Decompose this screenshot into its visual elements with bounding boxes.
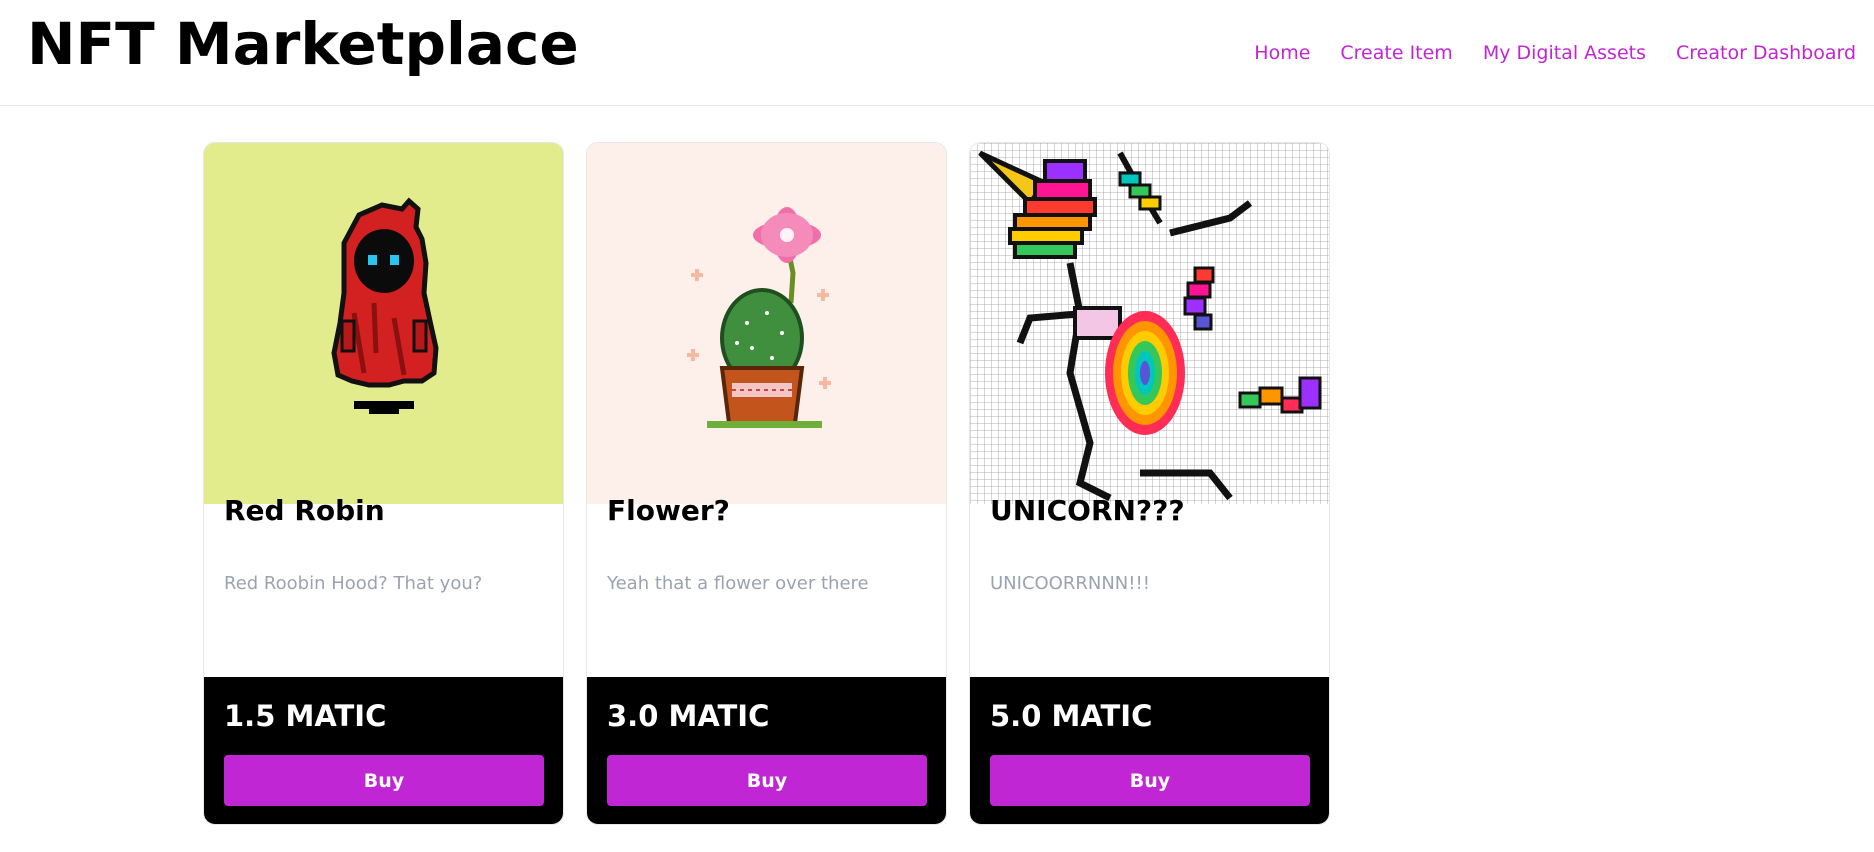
nft-title: Red Robin [224, 494, 385, 527]
main-nav: Home Create Item My Digital Assets Creat… [1254, 42, 1856, 64]
nft-price: 1.5 MATIC [224, 699, 387, 733]
nft-price-bar: 1.5 MATIC Buy [204, 677, 563, 824]
buy-button[interactable]: Buy [224, 755, 544, 806]
nft-price: 3.0 MATIC [607, 699, 770, 733]
nft-image [204, 143, 563, 504]
nft-grid: Red Robin Red Roobin Hood? That you? 1.5… [203, 142, 1330, 825]
cactus-flower-icon [587, 143, 946, 504]
nft-description: Yeah that a flower over there [607, 573, 869, 594]
nft-image [587, 143, 946, 504]
buy-button[interactable]: Buy [990, 755, 1310, 806]
nft-info: Flower? Yeah that a flower over there [587, 494, 946, 677]
rainbow-unicorn-icon [970, 143, 1329, 504]
red-hood-figure-icon [204, 143, 563, 504]
nav-link-home[interactable]: Home [1254, 42, 1310, 64]
nft-description: Red Roobin Hood? That you? [224, 573, 483, 594]
top-navbar: NFT Marketplace Home Create Item My Digi… [0, 0, 1874, 106]
nft-card: UNICORN??? UNICOORRNNN!!! 5.0 MATIC Buy [969, 142, 1330, 825]
nft-title: Flower? [607, 494, 730, 527]
nft-price-bar: 5.0 MATIC Buy [970, 677, 1329, 824]
nft-image [970, 143, 1329, 504]
site-title: NFT Marketplace [27, 10, 579, 78]
nft-card: Red Robin Red Roobin Hood? That you? 1.5… [203, 142, 564, 825]
nft-info: Red Robin Red Roobin Hood? That you? [204, 494, 563, 677]
nft-description: UNICOORRNNN!!! [990, 573, 1150, 594]
nav-link-create-item[interactable]: Create Item [1340, 42, 1452, 64]
nft-title: UNICORN??? [990, 494, 1185, 527]
nft-card: Flower? Yeah that a flower over there 3.… [586, 142, 947, 825]
buy-button[interactable]: Buy [607, 755, 927, 806]
nft-price: 5.0 MATIC [990, 699, 1153, 733]
nft-price-bar: 3.0 MATIC Buy [587, 677, 946, 824]
nav-link-creator-dashboard[interactable]: Creator Dashboard [1676, 42, 1856, 64]
nft-info: UNICORN??? UNICOORRNNN!!! [970, 494, 1329, 677]
nav-link-my-digital-assets[interactable]: My Digital Assets [1483, 42, 1646, 64]
